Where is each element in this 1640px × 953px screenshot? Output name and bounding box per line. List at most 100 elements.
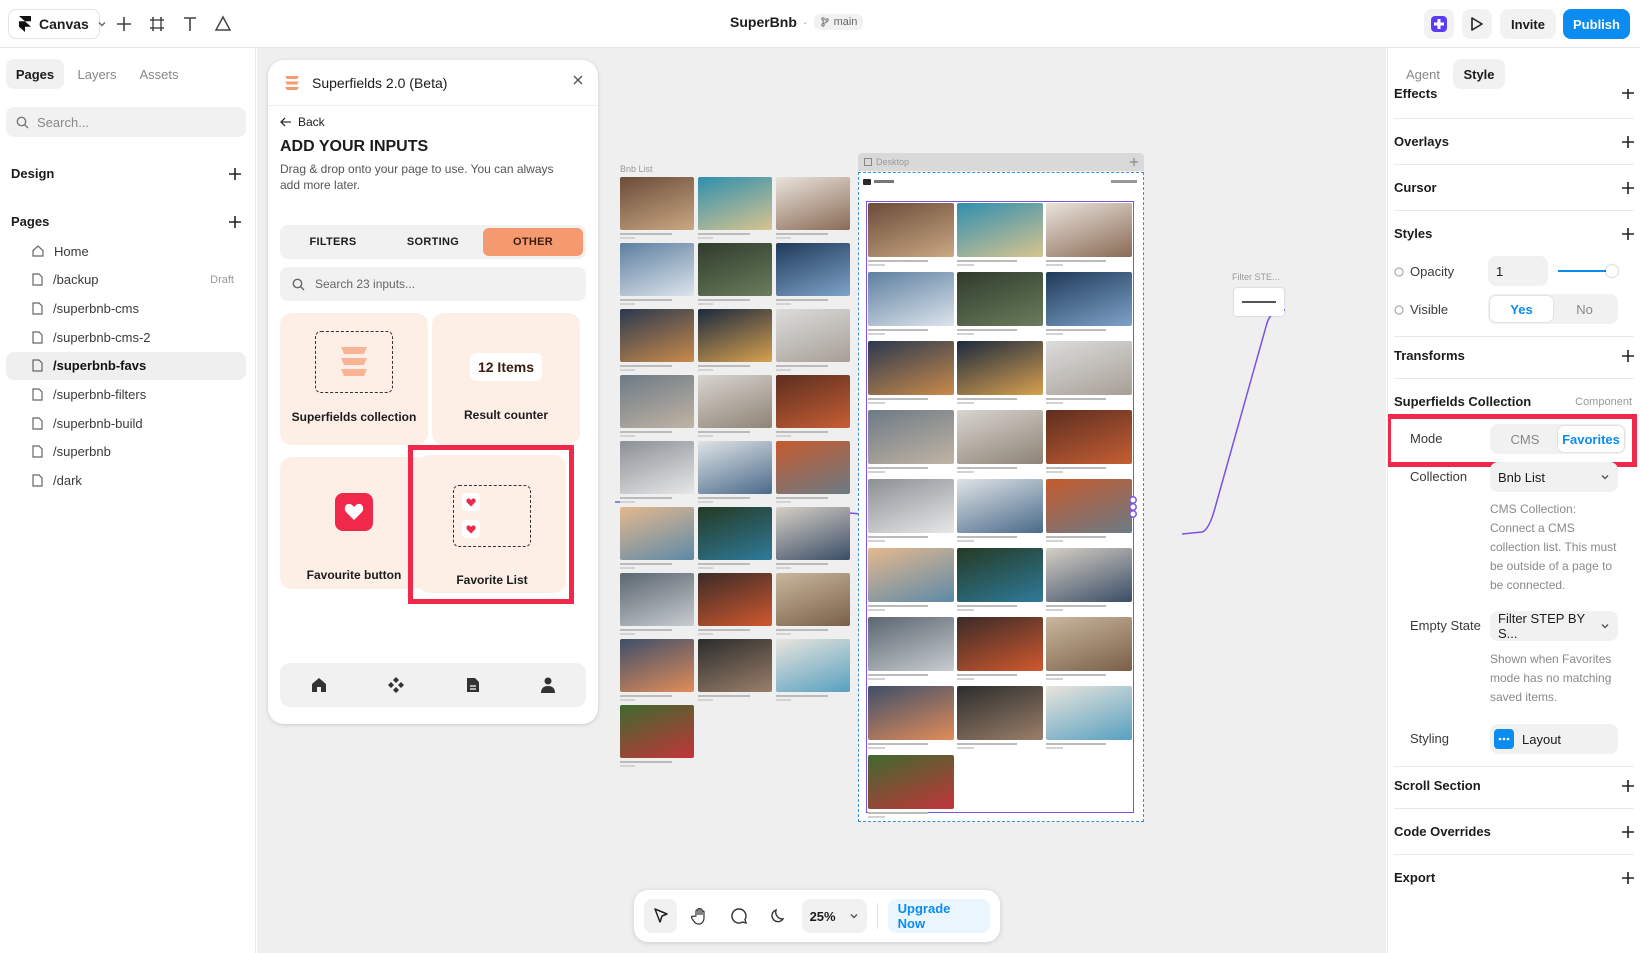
vector-tool-icon[interactable] (208, 9, 238, 39)
tab-pages[interactable]: Pages (6, 59, 64, 89)
branch-pill[interactable]: main (813, 14, 864, 30)
favorites-collection-selection[interactable] (866, 201, 1134, 818)
sidebar-page-label: /superbnb-cms-2 (53, 329, 151, 345)
dark-mode-moon-icon[interactable] (762, 899, 795, 933)
add-overlay-plus-icon[interactable] (1622, 135, 1634, 148)
sidebar-page-item[interactable]: /dark (6, 467, 246, 495)
transforms-section[interactable]: Transforms (1394, 348, 1634, 363)
add-override-plus-icon[interactable] (1622, 825, 1634, 838)
tab-sorting[interactable]: SORTING (383, 228, 483, 256)
upgrade-now-button[interactable]: Upgrade Now (887, 899, 990, 933)
hand-tool-icon[interactable] (683, 899, 716, 933)
sidebar-page-item[interactable]: /superbnb-build (6, 409, 246, 437)
tab-other[interactable]: OTHER (483, 228, 583, 256)
superfields-collection-card[interactable]: Superfields collection (280, 313, 428, 445)
styling-layout-button[interactable]: Layout (1490, 724, 1618, 754)
variable-circle-icon[interactable] (1394, 304, 1404, 315)
listing-photo (868, 203, 954, 257)
sidebar-page-label: Home (54, 243, 89, 259)
cursor-section[interactable]: Cursor (1394, 180, 1634, 195)
sidebar-page-item[interactable]: /superbnb-cms-2 (6, 323, 246, 351)
listing-title-line (957, 605, 1018, 607)
components-icon[interactable] (388, 677, 405, 693)
comment-tool-icon[interactable] (723, 899, 756, 933)
add-export-plus-icon[interactable] (1622, 871, 1634, 884)
user-icon[interactable] (541, 677, 556, 693)
add-cursor-plus-icon[interactable] (1622, 181, 1634, 194)
desktop-add-breakpoint-icon[interactable] (1130, 158, 1138, 166)
favourite-button-card[interactable]: Favourite button (280, 457, 428, 589)
ai-plugin-icon[interactable] (1424, 9, 1454, 39)
selection-handles[interactable] (1127, 495, 1139, 519)
listing-title-line (620, 629, 672, 631)
document-icon[interactable] (466, 677, 480, 693)
export-section[interactable]: Export (1394, 870, 1634, 885)
frame-tool-icon[interactable] (142, 9, 172, 39)
listing-title-line (1046, 398, 1107, 400)
add-style-plus-icon[interactable] (1622, 227, 1634, 240)
code-overrides-section[interactable]: Code Overrides (1394, 824, 1634, 839)
listing-card (776, 441, 850, 503)
listing-price-line (957, 747, 975, 749)
add-transform-plus-icon[interactable] (1622, 349, 1634, 362)
filter-step-component[interactable] (1234, 288, 1284, 316)
opacity-slider[interactable] (1558, 262, 1618, 280)
sidebar-page-item[interactable]: /superbnb-cms (6, 294, 246, 322)
invite-button[interactable]: Invite (1500, 9, 1556, 39)
favorite-list-card[interactable]: Favorite List (418, 455, 566, 593)
visible-yes-option[interactable]: Yes (1490, 296, 1553, 322)
visible-no-option[interactable]: No (1553, 296, 1616, 322)
home-icon[interactable] (311, 677, 327, 693)
opacity-input[interactable]: 1 (1488, 256, 1548, 286)
opacity-slider-knob[interactable] (1606, 265, 1618, 277)
collection-select[interactable]: Bnb List (1490, 462, 1618, 492)
add-page-plus-icon[interactable] (229, 215, 241, 228)
listing-title-line (1046, 467, 1107, 469)
tab-style[interactable]: Style (1453, 59, 1505, 89)
variable-circle-icon[interactable] (1394, 266, 1404, 277)
add-effect-plus-icon[interactable] (1622, 89, 1634, 99)
scroll-section-section[interactable]: Scroll Section (1394, 778, 1634, 793)
styles-section[interactable]: Styles (1394, 226, 1634, 241)
publish-button[interactable]: Publish (1563, 9, 1630, 39)
effects-section[interactable]: Effects (1394, 89, 1634, 109)
close-icon[interactable] (572, 74, 584, 86)
add-scroll-plus-icon[interactable] (1622, 779, 1634, 792)
mode-cms-option[interactable]: CMS (1492, 426, 1558, 452)
inputs-search-input[interactable]: Search 23 inputs... (280, 267, 586, 301)
add-design-plus-icon[interactable] (229, 167, 241, 180)
document-title[interactable]: SuperBnb · main (730, 14, 864, 30)
zoom-level-select[interactable]: 25% (801, 899, 867, 933)
back-link[interactable]: Back (280, 115, 325, 129)
listing-photo (776, 441, 850, 494)
listing-card (1046, 341, 1132, 404)
listing-card (957, 617, 1043, 680)
tab-agent[interactable]: Agent (1397, 59, 1449, 89)
listing-card (620, 309, 694, 371)
sidebar-page-item[interactable]: /backup Draft (6, 266, 246, 294)
overlays-section[interactable]: Overlays (1394, 134, 1634, 149)
desktop-frame[interactable] (858, 172, 1144, 822)
sidebar-page-item[interactable]: Home (6, 237, 246, 265)
preview-play-icon[interactable] (1462, 9, 1492, 39)
divider (1394, 378, 1634, 379)
text-tool-icon[interactable] (175, 9, 205, 39)
bnb-list-frame[interactable] (620, 177, 850, 867)
select-tool-icon[interactable] (644, 899, 678, 933)
pages-search-input[interactable]: Search... (6, 107, 246, 137)
mode-favorites-option[interactable]: Favorites (1558, 426, 1624, 452)
sidebar-page-item[interactable]: /superbnb-favs (6, 351, 246, 380)
listing-title-line (957, 467, 1018, 469)
desktop-frame-header[interactable]: Desktop (858, 153, 1144, 171)
tab-filters[interactable]: FILTERS (283, 228, 383, 256)
result-counter-card[interactable]: 12 Items Result counter (432, 313, 580, 445)
tab-layers[interactable]: Layers (68, 59, 126, 89)
sidebar-page-item[interactable]: /superbnb-filters (6, 381, 246, 409)
empty-state-select[interactable]: Filter STEP BY S... (1490, 611, 1618, 641)
canvas-menu-button[interactable]: Canvas (8, 9, 106, 39)
tab-assets[interactable]: Assets (130, 59, 188, 89)
plugin-bottom-nav (280, 663, 586, 707)
sidebar-page-item[interactable]: /superbnb (6, 438, 246, 466)
listing-title-line (620, 563, 672, 565)
insert-plus-icon[interactable] (109, 9, 139, 39)
